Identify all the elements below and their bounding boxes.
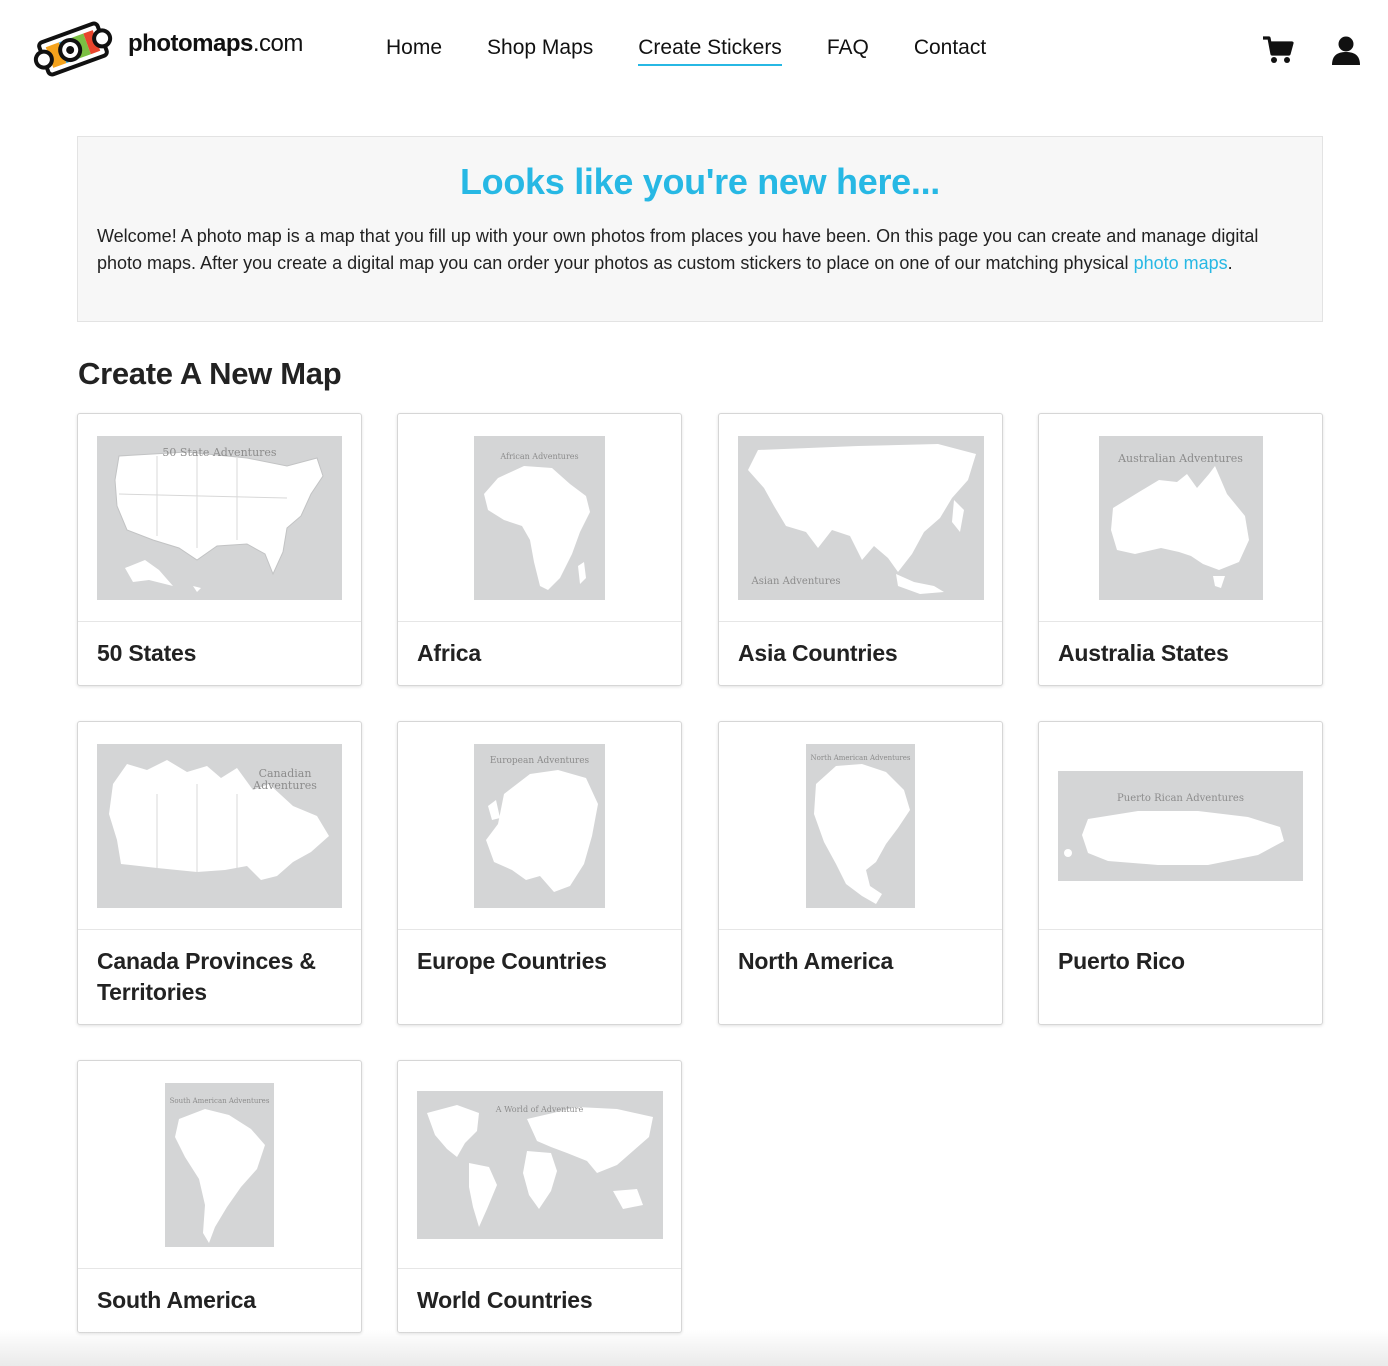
logo-map-icon [33, 21, 113, 77]
map-card-africa[interactable]: African Adventures Africa [397, 413, 682, 686]
bottom-fade [0, 1330, 1388, 1366]
map-card-label: Africa [417, 640, 481, 666]
world-map-image: A World of Adventure [416, 1090, 663, 1239]
map-image-title: Asian Adventures [751, 575, 841, 587]
site-header: photomaps.com Home Shop Maps Create Stic… [0, 0, 1388, 100]
map-card-australia-states[interactable]: Australian Adventures Australia States [1038, 413, 1323, 686]
map-thumbnail: A World of Adventure [398, 1061, 681, 1269]
nav-shop-maps[interactable]: Shop Maps [487, 36, 593, 66]
south-america-map-image: South American Adventures [165, 1082, 274, 1247]
map-card-canada[interactable]: Canadian Adventures Canada Provinces & T… [77, 721, 362, 1025]
map-image-title: A World of Adventure [495, 1104, 584, 1114]
user-icon[interactable] [1330, 34, 1362, 66]
map-card-label: Puerto Rico [1058, 948, 1185, 974]
cart-icon[interactable] [1262, 34, 1294, 66]
map-card-label: Canada Provinces & Territories [97, 948, 316, 1005]
map-thumbnail: European Adventures [398, 722, 681, 930]
nav-home[interactable]: Home [386, 36, 442, 66]
brand-logo[interactable]: photomaps.com [32, 14, 303, 84]
map-card-label: Australia States [1058, 640, 1229, 666]
map-card-label: 50 States [97, 640, 197, 666]
section-title: Create A New Map [78, 356, 342, 391]
map-image-title: South American Adventures [169, 1096, 270, 1105]
welcome-panel: Looks like you're new here... Welcome! A… [77, 136, 1323, 322]
map-card-label: Asia Countries [738, 640, 898, 666]
usa-map-image: 50 State Adventures [97, 435, 342, 600]
brand-name: photomaps.com [128, 30, 303, 58]
map-card-label: World Countries [417, 1287, 593, 1313]
welcome-heading: Looks like you're new here... [459, 161, 941, 202]
map-thumbnail: Canadian Adventures [78, 722, 361, 930]
map-image-title: Canadian Adventures [253, 766, 317, 792]
nav-contact[interactable]: Contact [914, 36, 986, 66]
map-image-title: African Adventures [500, 451, 579, 461]
map-image-title: Australian Adventures [1118, 451, 1243, 465]
nav-create-stickers[interactable]: Create Stickers [638, 36, 782, 66]
map-card-label: South America [97, 1287, 256, 1313]
puerto-rico-map-image: Puerto Rican Adventures [1058, 770, 1303, 881]
photo-maps-link[interactable]: photo maps [1134, 253, 1228, 273]
map-image-title: European Adventures [489, 755, 590, 766]
map-image-title: 50 State Adventures [162, 445, 277, 459]
asia-map-image: Asian Adventures [737, 435, 984, 600]
map-card-world-countries[interactable]: A World of Adventure World Countries [397, 1060, 682, 1333]
europe-map-image: European Adventures [474, 743, 605, 908]
map-thumbnail: South American Adventures [78, 1061, 361, 1269]
map-image-title: Puerto Rican Adventures [1117, 792, 1244, 804]
map-thumbnail: North American Adventures [719, 722, 1002, 930]
map-thumbnail: African Adventures [398, 414, 681, 622]
map-thumbnail: Puerto Rican Adventures [1039, 722, 1322, 930]
map-thumbnail: 50 State Adventures [78, 414, 361, 622]
map-card-asia-countries[interactable]: Asian Adventures Asia Countries [718, 413, 1003, 686]
map-card-label: North America [738, 948, 894, 974]
header-actions [1262, 34, 1362, 66]
welcome-body: Welcome! A photo map is a map that you f… [97, 226, 1259, 273]
welcome-period: . [1227, 253, 1233, 273]
australia-map-image: Australian Adventures [1098, 435, 1263, 600]
nav-faq[interactable]: FAQ [827, 36, 869, 66]
map-card-south-america[interactable]: South American Adventures South America [77, 1060, 362, 1333]
map-thumbnail: Australian Adventures [1039, 414, 1322, 622]
brand-name-tld: .com [252, 30, 304, 57]
map-card-50-states[interactable]: 50 State Adventures 50 States [77, 413, 362, 686]
africa-map-image: African Adventures [474, 435, 605, 600]
map-image-title: North American Adventures [810, 753, 911, 762]
main-nav: Home Shop Maps Create Stickers FAQ Conta… [386, 36, 1031, 66]
north-america-map-image: North American Adventures [806, 743, 915, 908]
map-card-label: Europe Countries [417, 948, 607, 974]
welcome-text: Welcome! A photo map is a map that you f… [97, 223, 1302, 277]
map-card-puerto-rico[interactable]: Puerto Rican Adventures Puerto Rico [1038, 721, 1323, 1025]
map-thumbnail: Asian Adventures [719, 414, 1002, 622]
map-card-north-america[interactable]: North American Adventures North America [718, 721, 1003, 1025]
canada-map-image: Canadian Adventures [97, 743, 342, 908]
brand-name-main: photomaps [128, 30, 253, 57]
map-card-europe-countries[interactable]: European Adventures Europe Countries [397, 721, 682, 1025]
